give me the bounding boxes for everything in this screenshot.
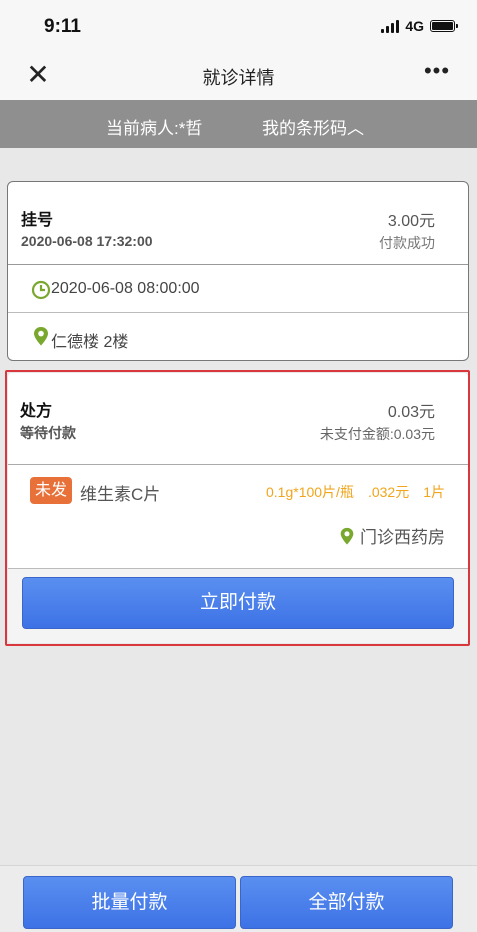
drug-name: 维生素C片 <box>80 485 161 504</box>
drug-row: 未发 维生素C片 0.1g*100片/瓶 .032元 1片 门诊西药房 <box>8 465 468 569</box>
pay-now-button[interactable]: 立即付款 <box>22 577 454 629</box>
patient-bar: 当前病人:*哲 我的条形码︿ <box>0 100 477 148</box>
pharmacy: 门诊西药房 <box>338 523 445 548</box>
pay-area: 立即付款 <box>8 569 468 643</box>
location-text: 仁德楼 2楼 <box>51 334 129 351</box>
status-bar: 9:11 4G <box>0 0 477 52</box>
registration-status: 付款成功 <box>379 235 435 251</box>
drug-spec: 0.1g*100片/瓶 <box>266 484 354 500</box>
location-pin-icon <box>34 327 48 346</box>
batch-pay-button[interactable]: 批量付款 <box>23 876 236 929</box>
registration-amount: 3.00元 <box>387 213 435 230</box>
registration-title: 挂号 <box>21 212 54 229</box>
signal-icon <box>381 19 400 33</box>
current-patient: 当前病人:*哲 <box>106 119 203 138</box>
unpaid-amount: 未支付金额:0.03元 <box>319 426 435 442</box>
dispense-status-badge: 未发 <box>30 477 73 504</box>
status-time: 9:11 <box>44 16 81 37</box>
prescription-status: 等待付款 <box>20 425 76 441</box>
registration-card: 挂号 2020-06-08 17:32:00 3.00元 付款成功 2020-0… <box>7 181 469 361</box>
prescription-title: 处方 <box>20 403 53 420</box>
registration-datetime: 2020-06-08 17:32:00 <box>21 233 153 249</box>
registration-header: 挂号 2020-06-08 17:32:00 3.00元 付款成功 <box>8 182 468 265</box>
clock-icon <box>31 280 51 300</box>
prescription-card: 处方 等待付款 0.03元 未支付金额:0.03元 未发 维生素C片 0.1g*… <box>8 373 468 643</box>
prescription-header: 处方 等待付款 0.03元 未支付金额:0.03元 <box>8 373 468 465</box>
drug-quantity: 1片 <box>423 484 445 500</box>
location-pin-icon <box>340 527 354 545</box>
page-title: 就诊详情 <box>202 68 275 88</box>
pay-all-button[interactable]: 全部付款 <box>240 876 453 929</box>
more-icon[interactable]: ••• <box>419 58 455 90</box>
appointment-time-row: 2020-06-08 08:00:00 <box>8 265 468 312</box>
drug-price: .032元 <box>367 484 410 500</box>
location-row: 仁德楼 2楼 <box>8 312 468 359</box>
network-label: 4G <box>405 18 424 34</box>
nav-bar: ✕ 就诊详情 ••• <box>0 52 477 100</box>
barcode-toggle[interactable]: 我的条形码︿ <box>262 114 364 139</box>
drug-spec-line: 0.1g*100片/瓶 .032元 1片 <box>266 482 445 502</box>
battery-icon <box>430 20 458 32</box>
pharmacy-name: 门诊西药房 <box>360 528 445 547</box>
bottom-bar: 批量付款 全部付款 <box>0 865 477 932</box>
status-icons: 4G <box>381 18 458 34</box>
prescription-amount: 0.03元 <box>387 404 435 421</box>
appointment-time: 2020-06-08 08:00:00 <box>51 280 200 297</box>
